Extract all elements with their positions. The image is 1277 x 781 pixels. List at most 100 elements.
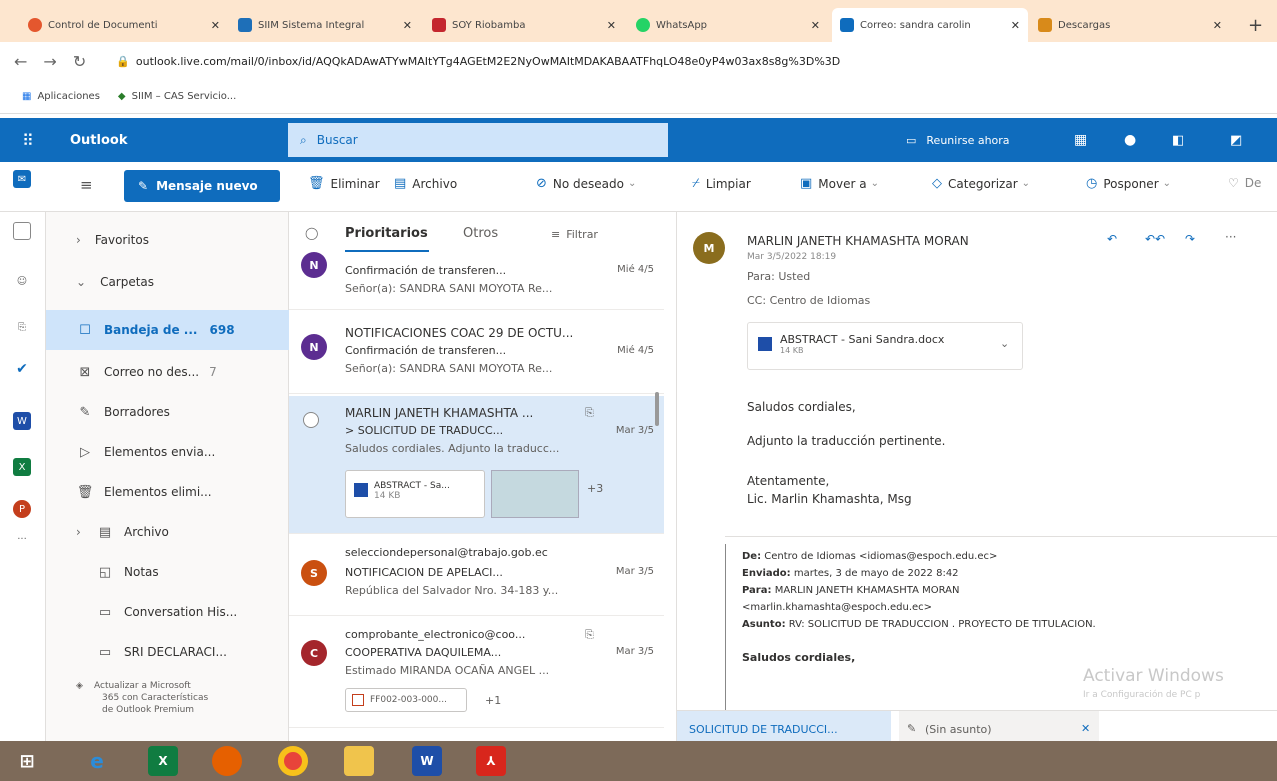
forward-icon[interactable]: → [43,52,56,71]
chevron-down-icon: ⌄ [1021,178,1031,189]
folder-notes[interactable]: ◱ Notas [46,552,289,592]
browser-tab[interactable]: WhatsApp ✕ [628,8,828,42]
chevron-down-icon[interactable]: ⌄ [1000,337,1009,350]
attachment-icon[interactable]: ⎘ [13,318,31,336]
new-tab-button[interactable]: + [1240,8,1272,42]
message-item[interactable]: N Confirmación de transferen... Mié 4/5 … [289,252,664,310]
browser-tab[interactable]: Control de Documenti ✕ [20,8,228,42]
app-launcher-icon[interactable]: ⠿ [22,131,34,150]
folder-sri[interactable]: ▭ SRI DECLARACI... [46,632,289,672]
internet-explorer-icon[interactable]: e [82,746,112,776]
word-app-icon[interactable]: W [13,412,31,430]
message-item[interactable]: C comprobante_electronico@coo... ⎘ COOPE… [289,618,664,728]
scrollbar[interactable] [655,392,659,426]
close-icon[interactable]: ✕ [1081,722,1090,735]
folder-drafts[interactable]: ✎ Borradores [46,392,289,432]
taskbar: ⊞ e X W ⅄ [0,741,1277,781]
snooze-button[interactable]: ◷ Posponer ⌄ [1086,176,1171,191]
browser-tab-active[interactable]: Correo: sandra carolin ✕ [832,8,1028,42]
app-title[interactable]: Outlook [70,133,127,148]
folder-junk[interactable]: ⊠ Correo no des... 7 [46,352,289,392]
close-tab-icon[interactable]: ✕ [811,19,820,32]
folder-sent[interactable]: ▷ Elementos envia... [46,432,289,472]
categorize-button[interactable]: ◇ Categorizar ⌄ [932,176,1030,191]
mail-icon[interactable]: ✉ [13,170,31,188]
inbox-icon: ☐ [79,322,91,338]
browser-tab[interactable]: SIIM Sistema Integral ✕ [230,8,420,42]
attachment-card[interactable]: ABSTRACT - Sani Sandra.docx 14 KB ⌄ [747,322,1023,370]
attachment-chip[interactable]: FF002-003-000... [345,688,467,712]
select-all-icon[interactable]: ◯ [305,226,318,240]
close-tab-icon[interactable]: ✕ [1011,19,1020,32]
reply-all-icon[interactable]: ↶↶ [1145,232,1165,246]
message-item[interactable]: S selecciondepersonal@trabajo.gob.ec NOT… [289,536,664,616]
filter-button[interactable]: ≡ Filtrar [551,228,598,241]
todo-icon[interactable]: ✔ [13,360,31,378]
folder-deleted[interactable]: 🗑 Elementos elimi... [46,472,289,512]
apps-icon[interactable]: ▦ [22,91,31,102]
file-explorer-icon[interactable] [344,746,374,776]
people-icon[interactable]: ☺ [13,272,31,290]
forward-icon[interactable]: ↷ [1185,232,1195,246]
powerpoint-app-icon[interactable]: P [13,500,31,518]
attachment-chip[interactable]: ABSTRACT - Sa... 14 KB [345,470,485,518]
word-icon[interactable]: ◧ [1172,133,1184,148]
upgrade-premium-link[interactable]: ◈ Actualizar a Microsoft 365 con Caracte… [76,680,208,716]
more-apps-icon[interactable]: ··· [13,530,31,548]
tab-favicon-icon [432,18,446,32]
tab-focused[interactable]: Prioritarios [345,226,428,241]
acrobat-icon[interactable]: ⅄ [476,746,506,776]
folder-inbox[interactable]: ☐ Bandeja de ... 698 [46,310,289,350]
more-actions-icon[interactable]: ··· [1225,230,1236,244]
body-line: Lic. Marlin Khamashta, Msg [747,492,912,506]
app-rail: ✉ ☺ ⎘ ✔ W X P ··· [0,170,46,741]
close-tab-icon[interactable]: ✕ [607,19,616,32]
feedback-icon[interactable]: ◩ [1230,133,1242,148]
reload-icon[interactable]: ↻ [73,52,86,71]
sweep-button[interactable]: ⌿ Limpiar [692,176,751,191]
search-icon: ⌕ [300,132,307,147]
skype-icon[interactable]: ● [1124,132,1136,148]
select-checkbox[interactable] [303,412,319,428]
attachment-thumbnail[interactable] [491,470,579,518]
folder-archive[interactable]: › ▤ Archivo [46,512,289,552]
sender-name[interactable]: MARLIN JANETH KHAMASHTA MORAN [747,234,969,248]
word-taskbar-icon[interactable]: W [412,746,442,776]
message-item[interactable]: N NOTIFICACIONES COAC 29 DE OCTU... Conf… [289,314,664,394]
firefox-icon[interactable] [212,746,242,776]
move-to-button[interactable]: ▣ Mover a ⌄ [800,176,879,191]
hamburger-menu-icon[interactable]: ≡ [80,176,93,194]
excel-taskbar-icon[interactable]: X [148,746,178,776]
apps-grid-icon[interactable]: ▦ [1074,132,1087,148]
chrome-icon[interactable] [278,746,308,776]
close-tab-icon[interactable]: ✕ [403,19,412,32]
favorites-section[interactable]: › Favoritos [46,220,289,260]
calendar-icon[interactable] [13,222,31,240]
tab-other[interactable]: Otros [463,226,498,241]
new-message-button[interactable]: ✎ Mensaje nuevo [124,170,280,202]
more-commands-button[interactable]: ♡ De [1228,176,1261,190]
close-tab-icon[interactable]: ✕ [1213,19,1222,32]
back-icon[interactable]: ← [14,52,27,71]
search-input[interactable]: ⌕ Buscar [288,123,668,157]
folder-conversation-history[interactable]: ▭ Conversation His... [46,592,289,632]
close-tab-icon[interactable]: ✕ [211,19,220,32]
bookmark-siim[interactable]: SIIM – CAS Servicio... [132,91,237,102]
message-item-selected[interactable]: MARLIN JANETH KHAMASHTA ... ⎘ > SOLICITU… [289,396,664,534]
folders-section[interactable]: ⌄ Carpetas [46,262,289,302]
reply-icon[interactable]: ↶ [1107,232,1117,246]
bookmark-apps[interactable]: Aplicaciones [37,91,99,102]
delete-button[interactable]: 🗑 Eliminar [308,176,380,191]
folder-move-icon: ▣ [800,176,813,191]
windows-start-icon[interactable]: ⊞ [12,746,42,776]
junk-button[interactable]: ⊘ No deseado ⌄ [536,176,636,191]
excel-app-icon[interactable]: X [13,458,31,476]
browser-tab[interactable]: SOY Riobamba ✕ [424,8,624,42]
quoted-message: De: Centro de Idiomas <idiomas@espoch.ed… [725,544,1277,714]
archive-icon: ▤ [98,524,112,540]
browser-tab[interactable]: Descargas ✕ [1030,8,1230,42]
archive-button[interactable]: ▤ Archivo [394,176,457,191]
url-input[interactable]: 🔒 outlook.live.com/mail/0/inbox/id/AQQkAD… [108,47,1277,75]
meet-now-button[interactable]: ▭ Reunirse ahora [906,134,1010,147]
pdf-icon [352,694,364,706]
